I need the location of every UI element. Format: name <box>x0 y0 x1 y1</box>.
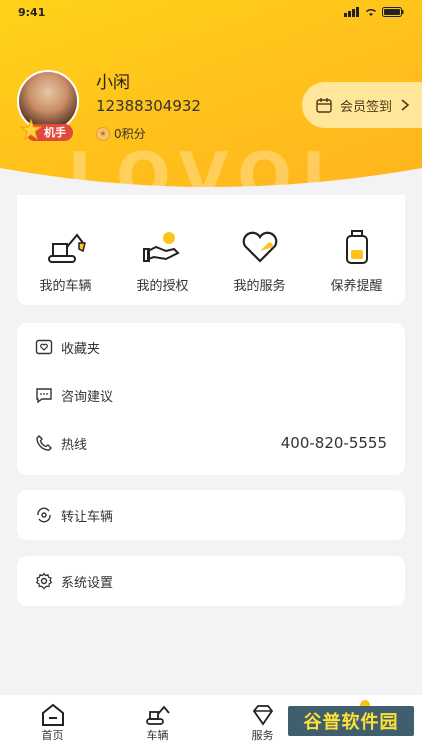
menu-hotline[interactable]: 热线 400-820-5555 <box>17 419 405 467</box>
coin-icon: ★ <box>96 126 110 141</box>
signal-icon <box>344 7 359 17</box>
points-label: 0积分 <box>114 127 146 141</box>
phone-number: 12388304932 <box>96 97 201 115</box>
overlay-watermark: 谷普软件园 <box>288 706 414 736</box>
phone-icon <box>36 435 52 451</box>
quick-my-vehicles[interactable]: 我的车辆 <box>21 229 111 305</box>
hotline-number[interactable]: 400-820-5555 <box>281 434 387 452</box>
nav-vehicles[interactable]: 车辆 <box>105 703 210 743</box>
quick-label: 我的服务 <box>233 279 286 294</box>
nav-label: 车辆 <box>146 729 169 742</box>
nav-label: 服务 <box>251 729 274 742</box>
menu-label: 系统设置 <box>61 575 114 591</box>
home-icon <box>41 703 64 726</box>
oil-bottle-icon <box>345 230 368 264</box>
menu-label: 转让车辆 <box>61 509 114 525</box>
quick-maintenance-reminder[interactable]: 保养提醒 <box>312 229 402 305</box>
chevron-right-icon <box>401 99 410 111</box>
menu-transfer[interactable]: 转让车辆 <box>17 490 405 540</box>
badge-star-icon <box>20 119 42 141</box>
quick-my-authorizations[interactable]: 我的授权 <box>118 229 208 305</box>
quick-label: 我的车辆 <box>39 279 92 294</box>
quick-label: 保养提醒 <box>330 279 383 294</box>
nav-home[interactable]: 首页 <box>0 703 105 743</box>
quick-my-services[interactable]: 我的服务 <box>215 229 305 305</box>
signin-label: 会员签到 <box>340 99 393 115</box>
gear-icon <box>35 572 53 590</box>
signin-button[interactable]: 会员签到 <box>302 82 422 128</box>
vehicle-icon <box>145 705 170 725</box>
menu-label: 热线 <box>61 437 88 453</box>
menu-transfer-card: 转让车辆 <box>17 490 405 540</box>
quick-label: 我的授权 <box>136 279 189 294</box>
menu-list: 收藏夹 咨询建议 热线 400-820-5555 <box>17 323 405 475</box>
chat-icon <box>36 388 52 404</box>
folder-heart-icon <box>35 339 53 355</box>
status-bar: 9:41 <box>0 0 422 24</box>
username: 小闲 <box>96 73 130 93</box>
menu-settings-card: 系统设置 <box>17 556 405 606</box>
excavator-icon <box>47 233 86 263</box>
transfer-icon <box>37 507 51 523</box>
menu-settings[interactable]: 系统设置 <box>17 556 405 606</box>
calendar-icon <box>316 98 332 113</box>
menu-advice[interactable]: 咨询建议 <box>17 371 405 419</box>
heart-icon <box>242 231 277 263</box>
nav-label: 首页 <box>41 729 64 742</box>
status-time: 9:41 <box>18 5 46 19</box>
menu-label: 咨询建议 <box>61 389 114 405</box>
menu-label: 收藏夹 <box>61 341 101 357</box>
wifi-icon <box>365 9 377 16</box>
menu-favorites[interactable]: 收藏夹 <box>17 323 405 371</box>
diamond-icon <box>252 705 273 726</box>
hand-coin-icon <box>142 232 180 262</box>
battery-icon <box>382 7 404 17</box>
quick-actions: 我的车辆 我的授权 我的服务 保养提醒 <box>17 195 405 305</box>
points[interactable]: ★ 0积分 <box>96 125 146 142</box>
